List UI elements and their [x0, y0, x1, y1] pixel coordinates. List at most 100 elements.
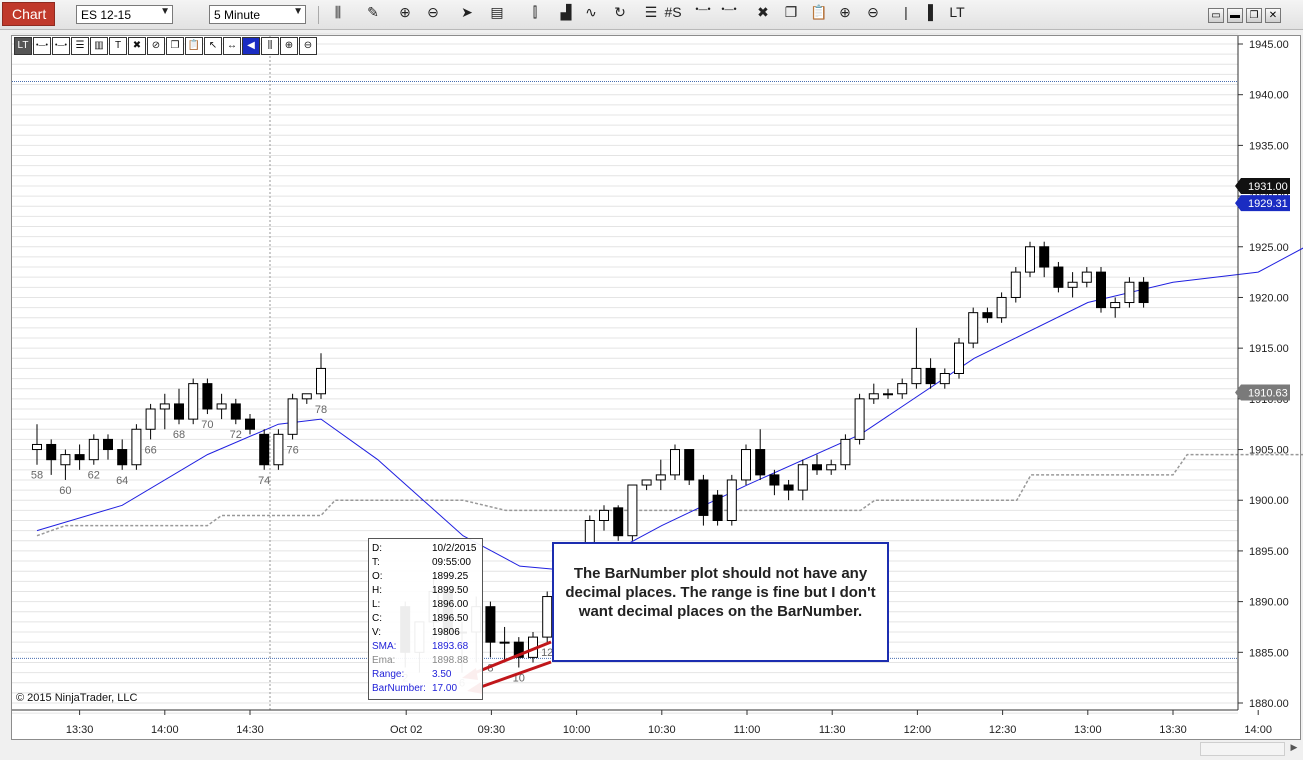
candle: [670, 444, 680, 480]
bar-number-label: 74: [258, 475, 270, 487]
candle: [797, 459, 808, 501]
candle: [202, 378, 213, 415]
candle: [812, 454, 822, 475]
candle: [897, 378, 908, 399]
drawing-tool-icon[interactable]: ⊘: [147, 37, 165, 55]
candle: [1110, 297, 1121, 318]
y-tick-label: 1895.00: [1249, 546, 1289, 558]
candle-body: [316, 367, 326, 395]
candle-body: [245, 418, 255, 430]
candle-body: [159, 403, 170, 410]
data-box-value: 1896.50: [432, 613, 469, 624]
drawing-tool-icon[interactable]: ↔: [223, 37, 241, 55]
data-box-row: D: 10/2/2015: [372, 543, 480, 556]
scroll-right-icon[interactable]: ▶: [1287, 742, 1301, 756]
bar-number-label: 58: [31, 470, 43, 482]
annotation-box: The BarNumber plot should not have any d…: [552, 542, 889, 662]
y-tick-label: 1945.00: [1249, 39, 1289, 51]
y-tick-label: 1915.00: [1249, 343, 1289, 355]
drawing-tool-icon[interactable]: LT: [14, 37, 32, 55]
y-tick-label: 1890.00: [1249, 597, 1289, 609]
candle: [755, 429, 766, 480]
candle-body: [188, 383, 199, 420]
drawing-tool-icon[interactable]: T: [109, 37, 127, 55]
candle: [74, 444, 85, 470]
candle: [145, 403, 156, 440]
drawing-tool-icon[interactable]: ✖: [128, 37, 146, 55]
candle-body: [670, 449, 680, 476]
candle-body: [1067, 281, 1078, 288]
candle-body: [88, 438, 99, 461]
candle: [287, 393, 298, 440]
drawing-tool-icon[interactable]: ❐: [166, 37, 184, 55]
candle-body: [797, 464, 808, 491]
candle-body: [911, 367, 922, 385]
candle-body: [1039, 246, 1050, 268]
drawing-tool-icon[interactable]: •—•: [33, 37, 51, 55]
candle-body: [216, 403, 227, 410]
candle: [684, 449, 695, 486]
candle: [939, 368, 950, 389]
candle-body: [1096, 271, 1106, 309]
candle-body: [726, 479, 737, 522]
candle: [1039, 241, 1050, 278]
bar-number-label: 62: [88, 470, 100, 482]
data-box-key: H:: [372, 585, 382, 596]
candle: [840, 434, 851, 470]
bar-number-label: 70: [201, 419, 213, 431]
drawing-tool-icon[interactable]: ☰: [71, 37, 89, 55]
candle: [883, 388, 893, 399]
candle-body: [968, 312, 979, 344]
candle-body: [145, 408, 156, 430]
y-tick-label: 1905.00: [1249, 445, 1289, 457]
candle-body: [840, 438, 851, 466]
data-box-key: O:: [372, 571, 383, 582]
candle: [1081, 267, 1092, 288]
candle-body: [1124, 281, 1135, 304]
copyright-text: © 2015 NinjaTrader, LLC: [16, 692, 138, 704]
data-box-value: 19806: [432, 627, 460, 638]
data-box-value: 1896.00: [432, 599, 469, 610]
candle-body: [1138, 281, 1149, 304]
drawing-tool-icon[interactable]: ▥: [90, 37, 108, 55]
price-markers: 1931.00 1929.31 1910.63: [1235, 177, 1290, 401]
candle-body: [32, 443, 42, 451]
data-box-value: 17.00: [432, 683, 458, 694]
data-box-value: 09:55:00: [432, 557, 471, 568]
data-box-row: V: 19806: [372, 627, 480, 640]
x-tick-label: 14:00: [151, 724, 179, 736]
data-box-value: 10/2/2015: [432, 543, 477, 554]
data-box-key: L:: [372, 599, 381, 610]
drawing-tool-icon[interactable]: •—•: [52, 37, 70, 55]
drawing-tool-icon[interactable]: ⊕: [280, 37, 298, 55]
data-box-value: 3.50: [432, 669, 452, 680]
candle: [968, 307, 979, 349]
candle: [1096, 267, 1106, 313]
data-box-row: T: 09:55:00: [372, 557, 480, 570]
candle-body: [74, 454, 85, 461]
bar-number-label: 68: [173, 429, 185, 441]
data-box-row: H: 1899.50: [372, 585, 480, 598]
candle: [1025, 241, 1035, 278]
candle-body: [698, 479, 709, 516]
candle-body: [131, 428, 142, 466]
sma-path: [36, 247, 1303, 572]
bar-number-label: 76: [286, 444, 298, 456]
drawing-tool-icon[interactable]: ⫼: [261, 37, 279, 55]
y-tick-label: 1885.00: [1249, 647, 1289, 659]
candle-body: [755, 449, 766, 476]
drawing-tool-icon[interactable]: 📋: [185, 37, 203, 55]
data-box-key: SMA:: [372, 641, 397, 652]
horizontal-scrollbar[interactable]: [1200, 742, 1285, 756]
drawing-tool-icon[interactable]: ◀: [242, 37, 260, 55]
candle-body: [712, 494, 723, 522]
candle-body: [769, 474, 780, 486]
drawing-tool-icon[interactable]: ↖: [204, 37, 222, 55]
candle: [826, 459, 837, 475]
drawing-tool-icon[interactable]: ⊖: [299, 37, 317, 55]
candle: [1053, 261, 1064, 293]
candle-body: [741, 449, 751, 481]
x-tick-label: 12:00: [904, 724, 932, 736]
candle-body: [854, 398, 865, 440]
x-tick-label: 14:00: [1244, 724, 1272, 736]
